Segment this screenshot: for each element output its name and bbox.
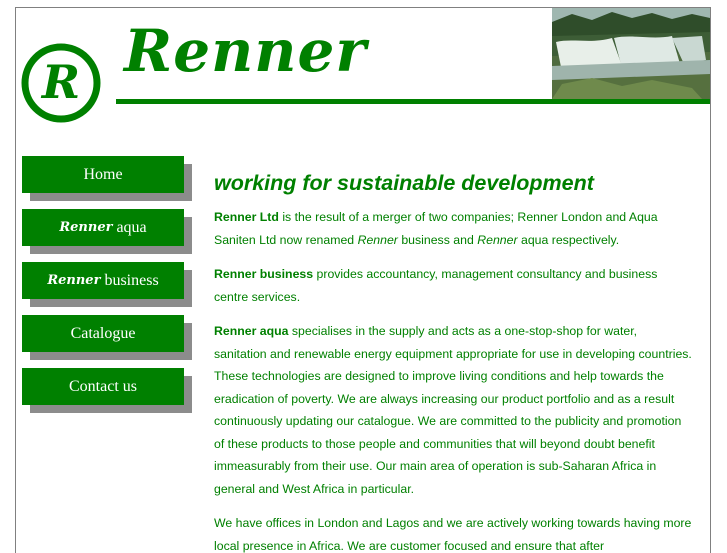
bold-text: Renner Ltd bbox=[214, 210, 279, 224]
body-text: specialises in the supply and acts as a … bbox=[214, 324, 692, 496]
nav-catalogue[interactable]: Catalogue bbox=[22, 315, 192, 360]
body-text: We have offices in London and Lagos and … bbox=[214, 516, 692, 553]
nav-contact-us-button[interactable]: Contact us bbox=[22, 368, 184, 405]
logo-letter: R bbox=[40, 55, 80, 109]
page-frame: R Renner Home Renner aqua Renner busines… bbox=[15, 7, 711, 553]
nav-home[interactable]: Home bbox=[22, 156, 192, 201]
sidebar-nav: Home Renner aqua Renner business Catalog… bbox=[22, 156, 202, 421]
header: R Renner bbox=[16, 8, 710, 123]
nav-label: business bbox=[104, 271, 159, 289]
offices-paragraph: We have offices in London and Lagos and … bbox=[214, 512, 692, 553]
nav-label: aqua bbox=[116, 218, 147, 236]
body-text: business and bbox=[397, 232, 478, 247]
nav-catalogue-button[interactable]: Catalogue bbox=[22, 315, 184, 352]
business-paragraph: Renner business provides accountancy, ma… bbox=[214, 263, 692, 308]
italic-text: Renner bbox=[477, 232, 518, 247]
logo-icon[interactable]: R bbox=[20, 42, 102, 124]
aqua-paragraph: Renner aqua specialises in the supply an… bbox=[214, 320, 692, 500]
site-wordmark[interactable]: Renner bbox=[124, 22, 367, 80]
main-content: working for sustainable development Renn… bbox=[214, 168, 692, 553]
nav-home-button[interactable]: Home bbox=[22, 156, 184, 193]
nav-contact-us[interactable]: Contact us bbox=[22, 368, 192, 413]
nav-label: Catalogue bbox=[70, 324, 136, 342]
waterfall-photo bbox=[552, 8, 710, 99]
bold-text: Renner business bbox=[214, 267, 314, 281]
header-divider bbox=[116, 99, 710, 104]
nav-label: Home bbox=[83, 165, 123, 183]
nav-renner-business[interactable]: Renner business bbox=[22, 262, 192, 307]
intro-paragraph: Renner Ltd is the result of a merger of … bbox=[214, 206, 692, 251]
nav-renner-business-button[interactable]: Renner business bbox=[22, 262, 184, 299]
nav-brand-logo: Renner bbox=[47, 273, 101, 288]
page-title: working for sustainable development bbox=[214, 171, 594, 195]
nav-label: Contact us bbox=[69, 377, 137, 395]
nav-brand-logo: Renner bbox=[59, 220, 113, 235]
bold-text: Renner aqua bbox=[214, 324, 289, 338]
italic-text: Renner bbox=[357, 232, 398, 247]
nav-renner-aqua-button[interactable]: Renner aqua bbox=[22, 209, 184, 246]
nav-renner-aqua[interactable]: Renner aqua bbox=[22, 209, 192, 254]
body-text: aqua respectively. bbox=[517, 232, 620, 247]
